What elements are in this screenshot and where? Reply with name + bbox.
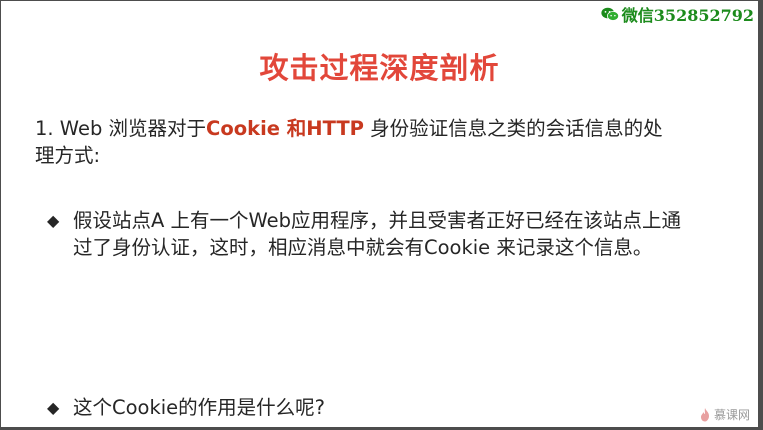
bullet-item: ◆ 假设站点A 上有一个Web应用程序，并且受害者正好已经在该站点上通过了身份认… [47, 207, 687, 261]
video-frame: 攻击过程深度剖析 1. Web 浏览器对于Cookie 和HTTP 身份验证信息… [0, 0, 763, 430]
brand-text: 慕课网 [713, 408, 750, 422]
wechat-icon [601, 7, 619, 21]
flame-logo-icon [700, 407, 709, 421]
presentation-slide: 攻击过程深度剖析 1. Web 浏览器对于Cookie 和HTTP 身份验证信息… [1, 1, 758, 427]
intro-paragraph: 1. Web 浏览器对于Cookie 和HTTP 身份验证信息之类的会话信息的处… [35, 115, 675, 169]
wechat-watermark: 微信352852792 [601, 2, 754, 26]
bullet-text: 假设站点A 上有一个Web应用程序，并且受害者正好已经在该站点上通过了身份认证，… [73, 209, 682, 259]
bullet-text: 这个Cookie的作用是什么呢? [73, 396, 326, 419]
slide-title: 攻击过程深度剖析 [259, 51, 500, 85]
intro-prefix: 1. Web 浏览器对于 [35, 117, 207, 140]
intro-highlight: Cookie 和HTTP [206, 117, 364, 140]
bullet-item: ◆ 这个Cookie的作用是什么呢? [47, 394, 687, 421]
watermark-text: 微信352852792 [621, 6, 754, 25]
diamond-bullet-icon: ◆ [47, 398, 60, 417]
brand-watermark: 慕课网 [699, 406, 750, 423]
diamond-bullet-icon: ◆ [47, 211, 60, 230]
